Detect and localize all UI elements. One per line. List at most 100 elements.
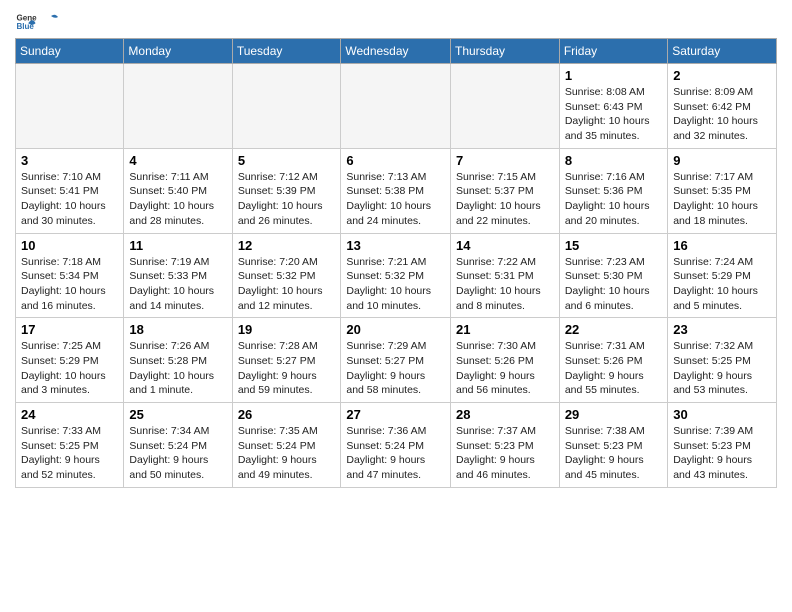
logo: General Blue (15, 10, 61, 32)
day-info: Sunrise: 7:11 AMSunset: 5:40 PMDaylight:… (129, 170, 226, 229)
calendar-cell: 21 Sunrise: 7:30 AMSunset: 5:26 PMDayligh… (450, 318, 559, 403)
day-info: Sunrise: 7:13 AMSunset: 5:38 PMDaylight:… (346, 170, 445, 229)
day-number: 29 (565, 407, 662, 422)
day-info: Sunrise: 7:10 AMSunset: 5:41 PMDaylight:… (21, 170, 118, 229)
day-number: 18 (129, 322, 226, 337)
day-number: 30 (673, 407, 771, 422)
day-number: 28 (456, 407, 554, 422)
day-number: 11 (129, 238, 226, 253)
calendar-header-sunday: Sunday (16, 39, 124, 64)
calendar-cell: 20 Sunrise: 7:29 AMSunset: 5:27 PMDayligh… (341, 318, 451, 403)
day-number: 21 (456, 322, 554, 337)
calendar-cell: 2 Sunrise: 8:09 AMSunset: 6:42 PMDaylight… (668, 64, 777, 149)
calendar-cell: 22 Sunrise: 7:31 AMSunset: 5:26 PMDayligh… (559, 318, 667, 403)
day-number: 9 (673, 153, 771, 168)
logo-icon: General Blue (15, 10, 37, 32)
day-info: Sunrise: 7:35 AMSunset: 5:24 PMDaylight:… (238, 424, 336, 483)
calendar-cell (232, 64, 341, 149)
calendar-cell: 27Sunrise: 7:36 AMSunset: 5:24 PMDayligh… (341, 403, 451, 488)
calendar-cell: 7 Sunrise: 7:15 AMSunset: 5:37 PMDaylight… (450, 148, 559, 233)
calendar-week-4: 17 Sunrise: 7:25 AMSunset: 5:29 PMDayligh… (16, 318, 777, 403)
calendar-cell: 3 Sunrise: 7:10 AMSunset: 5:41 PMDaylight… (16, 148, 124, 233)
calendar-cell: 23Sunrise: 7:32 AMSunset: 5:25 PMDayligh… (668, 318, 777, 403)
day-number: 4 (129, 153, 226, 168)
day-info: Sunrise: 7:29 AMSunset: 5:27 PMDaylight:… (346, 339, 445, 398)
day-info: Sunrise: 7:30 AMSunset: 5:26 PMDaylight:… (456, 339, 554, 398)
day-number: 25 (129, 407, 226, 422)
calendar-header-wednesday: Wednesday (341, 39, 451, 64)
day-info: Sunrise: 7:37 AMSunset: 5:23 PMDaylight:… (456, 424, 554, 483)
day-number: 5 (238, 153, 336, 168)
calendar-cell: 9 Sunrise: 7:17 AMSunset: 5:35 PMDaylight… (668, 148, 777, 233)
day-info: Sunrise: 7:34 AMSunset: 5:24 PMDaylight:… (129, 424, 226, 483)
day-number: 24 (21, 407, 118, 422)
day-info: Sunrise: 7:33 AMSunset: 5:25 PMDaylight:… (21, 424, 118, 483)
page-header: General Blue (15, 10, 777, 32)
day-info: Sunrise: 7:15 AMSunset: 5:37 PMDaylight:… (456, 170, 554, 229)
day-info: Sunrise: 7:12 AMSunset: 5:39 PMDaylight:… (238, 170, 336, 229)
day-info: Sunrise: 8:08 AMSunset: 6:43 PMDaylight:… (565, 85, 662, 144)
calendar-cell: 5 Sunrise: 7:12 AMSunset: 5:39 PMDaylight… (232, 148, 341, 233)
calendar-cell: 6Sunrise: 7:13 AMSunset: 5:38 PMDaylight… (341, 148, 451, 233)
day-info: Sunrise: 7:24 AMSunset: 5:29 PMDaylight:… (673, 255, 771, 314)
calendar-table: SundayMondayTuesdayWednesdayThursdayFrid… (15, 38, 777, 488)
day-number: 7 (456, 153, 554, 168)
day-info: Sunrise: 7:39 AMSunset: 5:23 PMDaylight:… (673, 424, 771, 483)
day-number: 1 (565, 68, 662, 83)
calendar-cell: 11 Sunrise: 7:19 AMSunset: 5:33 PMDayligh… (124, 233, 232, 318)
svg-text:General: General (16, 13, 37, 22)
calendar-week-5: 24 Sunrise: 7:33 AMSunset: 5:25 PMDayligh… (16, 403, 777, 488)
day-info: Sunrise: 7:25 AMSunset: 5:29 PMDaylight:… (21, 339, 118, 398)
calendar-cell: 29 Sunrise: 7:38 AMSunset: 5:23 PMDayligh… (559, 403, 667, 488)
day-info: Sunrise: 7:32 AMSunset: 5:25 PMDaylight:… (673, 339, 771, 398)
calendar-cell: 24 Sunrise: 7:33 AMSunset: 5:25 PMDayligh… (16, 403, 124, 488)
calendar-cell: 1 Sunrise: 8:08 AMSunset: 6:43 PMDaylight… (559, 64, 667, 149)
day-number: 16 (673, 238, 771, 253)
calendar-cell: 18 Sunrise: 7:26 AMSunset: 5:28 PMDayligh… (124, 318, 232, 403)
day-number: 22 (565, 322, 662, 337)
calendar-header-saturday: Saturday (668, 39, 777, 64)
calendar-cell: 12 Sunrise: 7:20 AMSunset: 5:32 PMDayligh… (232, 233, 341, 318)
day-info: Sunrise: 7:21 AMSunset: 5:32 PMDaylight:… (346, 255, 445, 314)
calendar-header-tuesday: Tuesday (232, 39, 341, 64)
day-info: Sunrise: 7:38 AMSunset: 5:23 PMDaylight:… (565, 424, 662, 483)
day-number: 10 (21, 238, 118, 253)
calendar-week-3: 10 Sunrise: 7:18 AMSunset: 5:34 PMDayligh… (16, 233, 777, 318)
calendar-cell: 26 Sunrise: 7:35 AMSunset: 5:24 PMDayligh… (232, 403, 341, 488)
calendar-header-row: SundayMondayTuesdayWednesdayThursdayFrid… (16, 39, 777, 64)
day-number: 3 (21, 153, 118, 168)
day-info: Sunrise: 7:36 AMSunset: 5:24 PMDaylight:… (346, 424, 445, 483)
day-number: 2 (673, 68, 771, 83)
day-info: Sunrise: 7:26 AMSunset: 5:28 PMDaylight:… (129, 339, 226, 398)
day-info: Sunrise: 7:19 AMSunset: 5:33 PMDaylight:… (129, 255, 226, 314)
calendar-cell: 28 Sunrise: 7:37 AMSunset: 5:23 PMDayligh… (450, 403, 559, 488)
day-info: Sunrise: 7:17 AMSunset: 5:35 PMDaylight:… (673, 170, 771, 229)
day-number: 19 (238, 322, 336, 337)
calendar-cell: 10 Sunrise: 7:18 AMSunset: 5:34 PMDayligh… (16, 233, 124, 318)
day-number: 17 (21, 322, 118, 337)
calendar-cell: 15 Sunrise: 7:23 AMSunset: 5:30 PMDayligh… (559, 233, 667, 318)
calendar-header-monday: Monday (124, 39, 232, 64)
day-info: Sunrise: 7:23 AMSunset: 5:30 PMDaylight:… (565, 255, 662, 314)
calendar-header-thursday: Thursday (450, 39, 559, 64)
day-number: 15 (565, 238, 662, 253)
day-info: Sunrise: 7:22 AMSunset: 5:31 PMDaylight:… (456, 255, 554, 314)
calendar-cell: 19Sunrise: 7:28 AMSunset: 5:27 PMDayligh… (232, 318, 341, 403)
svg-text:Blue: Blue (16, 22, 34, 31)
calendar-week-1: 1 Sunrise: 8:08 AMSunset: 6:43 PMDaylight… (16, 64, 777, 149)
day-number: 20 (346, 322, 445, 337)
day-number: 26 (238, 407, 336, 422)
calendar-cell: 17 Sunrise: 7:25 AMSunset: 5:29 PMDayligh… (16, 318, 124, 403)
calendar-cell: 13Sunrise: 7:21 AMSunset: 5:32 PMDayligh… (341, 233, 451, 318)
day-info: Sunrise: 7:31 AMSunset: 5:26 PMDaylight:… (565, 339, 662, 398)
calendar-cell (450, 64, 559, 149)
day-info: Sunrise: 7:18 AMSunset: 5:34 PMDaylight:… (21, 255, 118, 314)
calendar-cell (124, 64, 232, 149)
day-info: Sunrise: 7:20 AMSunset: 5:32 PMDaylight:… (238, 255, 336, 314)
day-number: 12 (238, 238, 336, 253)
calendar-header-friday: Friday (559, 39, 667, 64)
calendar-week-2: 3 Sunrise: 7:10 AMSunset: 5:41 PMDaylight… (16, 148, 777, 233)
calendar-cell: 8Sunrise: 7:16 AMSunset: 5:36 PMDaylight… (559, 148, 667, 233)
calendar-cell: 16 Sunrise: 7:24 AMSunset: 5:29 PMDayligh… (668, 233, 777, 318)
day-info: Sunrise: 8:09 AMSunset: 6:42 PMDaylight:… (673, 85, 771, 144)
